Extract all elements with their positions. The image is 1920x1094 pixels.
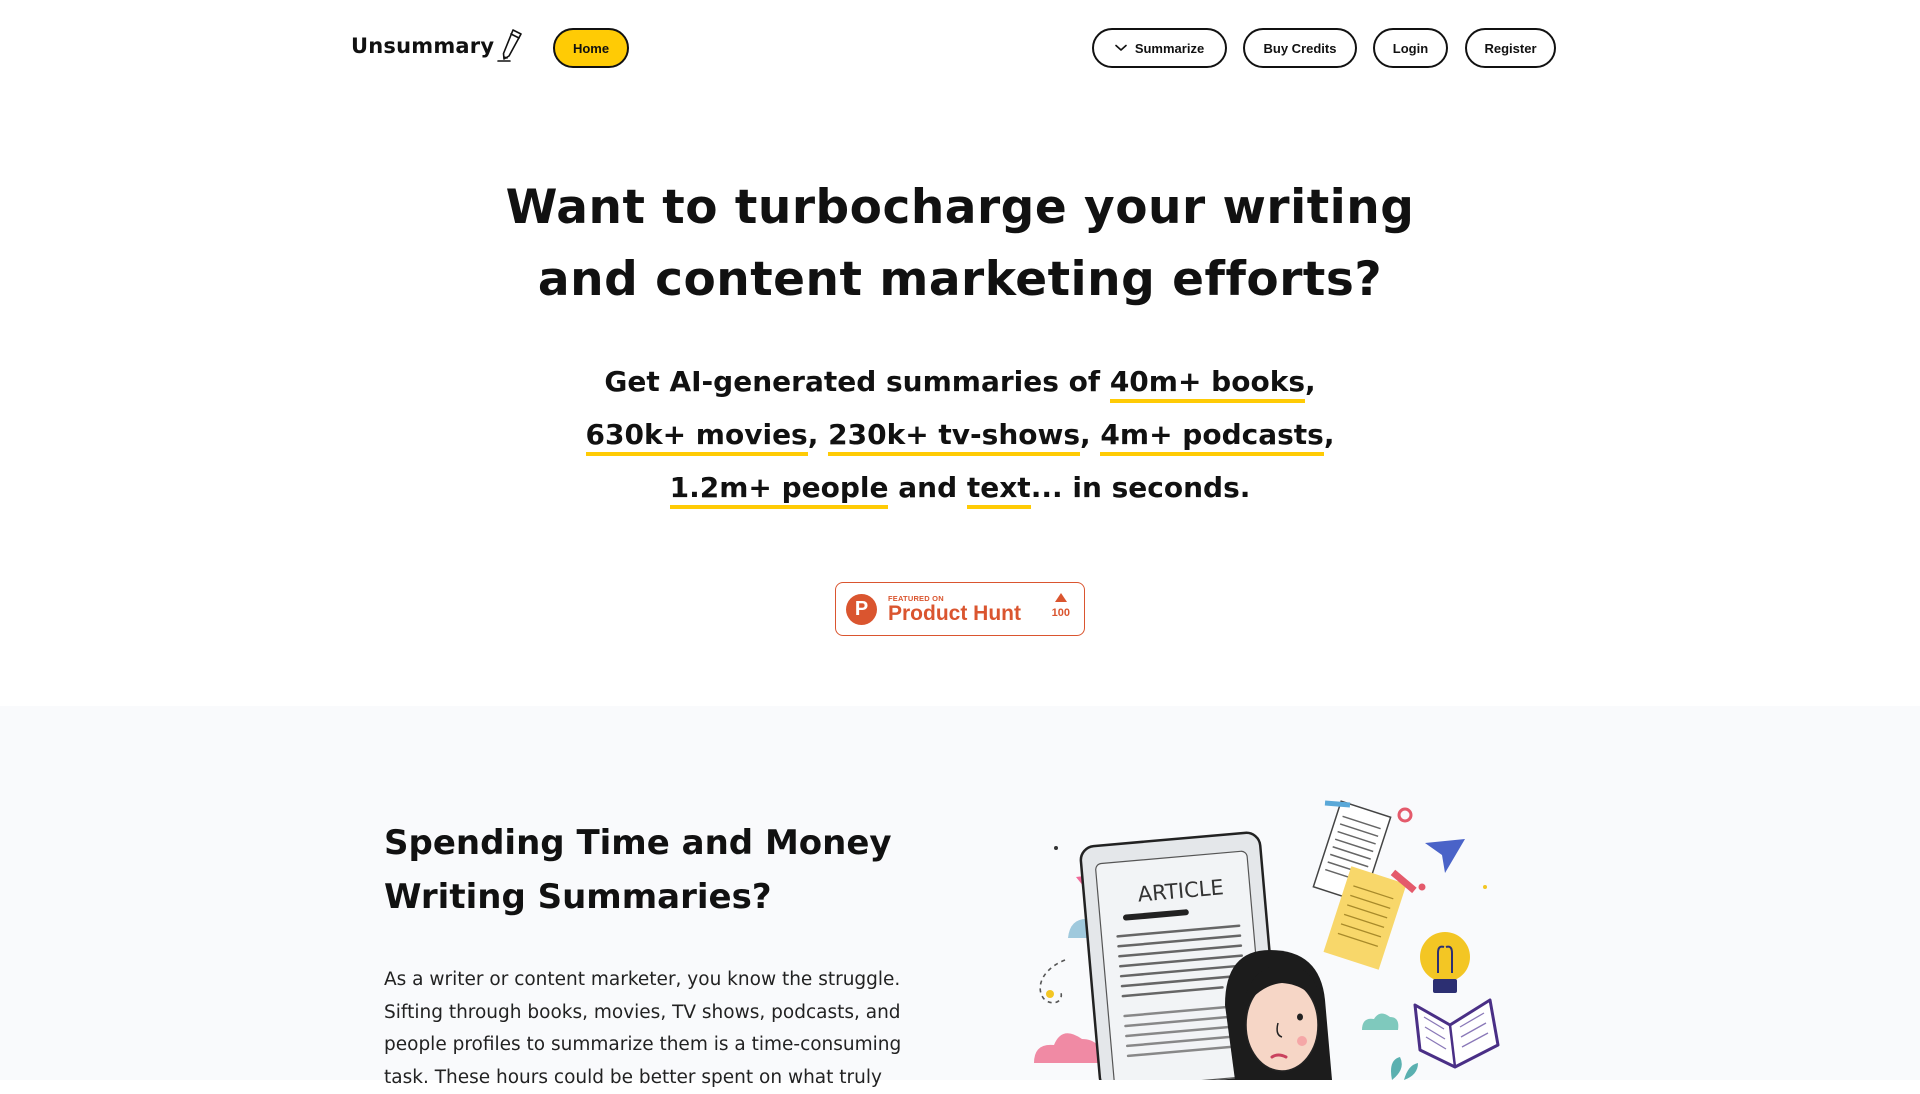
- nav-register-button[interactable]: Register: [1465, 28, 1556, 68]
- logo-text: Unsummary: [351, 34, 495, 58]
- section-body-line-3: people profiles to summarize them is a t…: [384, 1034, 902, 1055]
- people-link[interactable]: 1.2m+ people: [669, 471, 889, 509]
- section-body-line-2: Sifting through books, movies, TV shows,…: [384, 1001, 901, 1023]
- open-book-icon: [1413, 998, 1500, 1069]
- dot-decoration: [1418, 883, 1426, 891]
- product-hunt-vote-count: 100: [1051, 607, 1070, 619]
- section-title-line-2: Writing Summaries?: [384, 877, 772, 917]
- nav-login-label: Login: [1392, 40, 1429, 56]
- section-body-line-4: task. These hours could be better spent …: [384, 1066, 882, 1088]
- paper-plane-icon: [1425, 839, 1465, 873]
- person-illustration: [1225, 950, 1332, 1080]
- cloud-teal-icon: [1362, 1013, 1399, 1030]
- dot-decoration: [1483, 885, 1487, 889]
- product-hunt-logo-icon: P: [846, 593, 877, 625]
- movies-link[interactable]: 630k+ movies: [585, 418, 808, 456]
- cloud-pink-icon: [1034, 1033, 1104, 1063]
- ring-decoration: [1397, 807, 1413, 823]
- article-illustration: ARTICLE: [1034, 800, 1500, 1080]
- product-hunt-badge[interactable]: P FEATURED ON Product Hunt 100: [835, 582, 1085, 636]
- podcasts-link[interactable]: 4m+ podcasts: [1100, 418, 1324, 456]
- hero-sub-and: and: [898, 471, 958, 504]
- hero-title: Want to turbocharge your writing and con…: [410, 172, 1510, 316]
- nav-login-button[interactable]: Login: [1373, 28, 1448, 68]
- hero-subtitle: Get AI-generated summaries of 40m+ books…: [560, 355, 1360, 514]
- nav-buy-credits-label: Buy Credits: [1263, 40, 1337, 56]
- hero-sub-lead: Get AI-generated summaries of: [604, 365, 1101, 398]
- section-body: As a writer or content marketer, you kno…: [384, 964, 944, 1094]
- text-link[interactable]: text: [966, 471, 1031, 509]
- pencil-icon: [497, 29, 523, 62]
- nav-home-button[interactable]: Home: [553, 28, 629, 68]
- nav-summarize-dropdown[interactable]: Summarize: [1092, 28, 1227, 68]
- hero-title-line-2: and content marketing efforts?: [537, 252, 1383, 307]
- section-title: Spending Time and Money Writing Summarie…: [384, 816, 944, 924]
- nav-buy-credits-button[interactable]: Buy Credits: [1243, 28, 1357, 68]
- books-link[interactable]: 40m+ books: [1109, 365, 1305, 403]
- nav-home-label: Home: [572, 40, 610, 56]
- product-hunt-votes: 100: [1052, 593, 1070, 619]
- logo[interactable]: Unsummary: [351, 28, 526, 64]
- hero-title-line-1: Want to turbocharge your writing: [505, 180, 1415, 235]
- product-hunt-name: Product Hunt: [888, 601, 1021, 625]
- dot-decoration: [1054, 846, 1058, 850]
- nav-summarize-label: Summarize: [1134, 40, 1205, 56]
- tvshows-link[interactable]: 230k+ tv-shows: [828, 418, 1081, 456]
- chevron-down-icon: [1115, 44, 1127, 51]
- product-hunt-text: FEATURED ON Product Hunt: [888, 594, 1021, 625]
- site-header: Unsummary Home Summarize Buy Credits Log…: [0, 0, 1920, 100]
- section-title-line-1: Spending Time and Money: [384, 823, 892, 863]
- section-body-line-1: As a writer or content marketer, you kno…: [384, 969, 901, 990]
- lightbulb-icon: [1420, 932, 1470, 993]
- dot-decoration: [1046, 990, 1054, 998]
- nav-register-label: Register: [1484, 40, 1537, 56]
- upvote-triangle-icon: [1054, 593, 1067, 602]
- hero-sub-tail: ... in seconds.: [1030, 471, 1251, 504]
- problem-section-background: [0, 706, 1920, 1080]
- leaf-decoration: [1391, 1057, 1418, 1080]
